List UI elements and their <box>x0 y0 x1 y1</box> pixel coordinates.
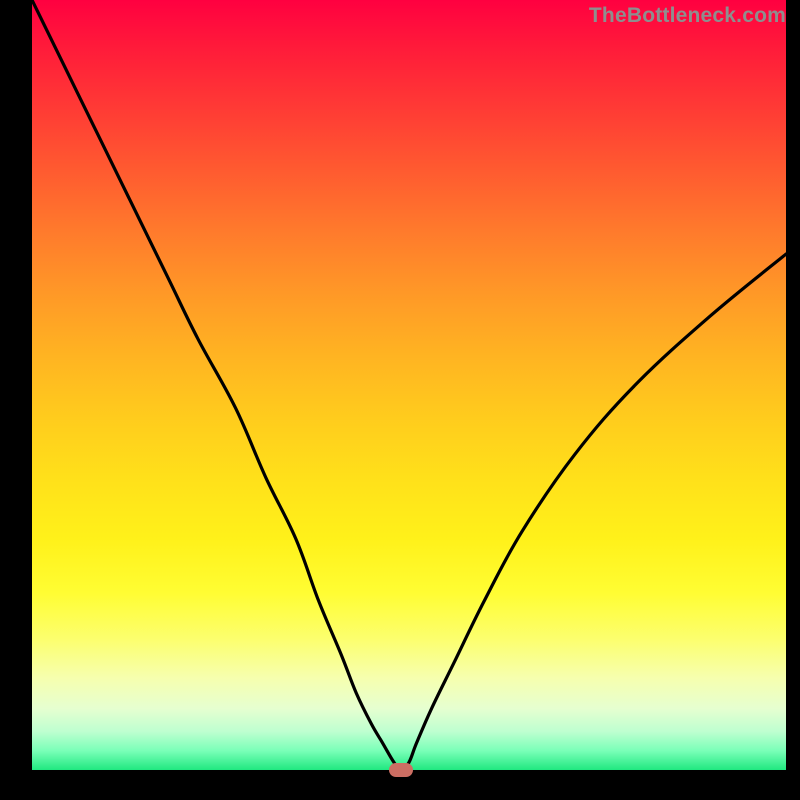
watermark-text: TheBottleneck.com <box>589 4 786 28</box>
plot-area <box>32 0 786 770</box>
chart-frame: TheBottleneck.com <box>0 0 800 800</box>
minimum-marker <box>389 763 413 777</box>
bottleneck-curve <box>32 0 786 770</box>
